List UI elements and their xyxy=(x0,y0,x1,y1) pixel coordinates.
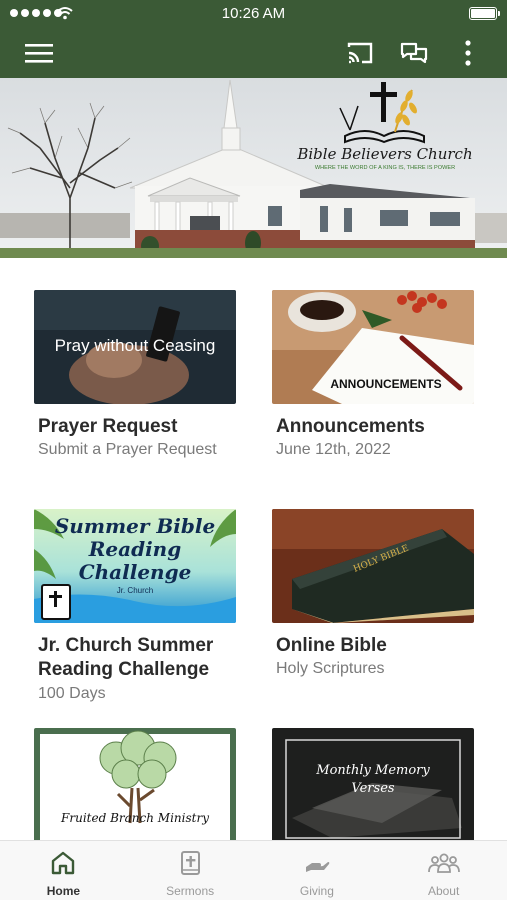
card-title: Announcements xyxy=(276,416,425,437)
cast-icon xyxy=(347,42,373,64)
bible-book-icon xyxy=(41,584,71,620)
card-subtitle: June 12th, 2022 xyxy=(276,441,391,458)
home-icon xyxy=(52,851,75,875)
announcements-image: ANNOUNCEMENTS xyxy=(272,290,474,404)
chat-button[interactable] xyxy=(392,28,436,78)
card-subtitle: Submit a Prayer Request xyxy=(38,441,217,458)
announcements-image-caption: ANNOUNCEMENTS xyxy=(330,377,441,391)
bottom-tab-bar: Home Sermons Giving About xyxy=(0,840,507,900)
tab-about[interactable]: About xyxy=(380,841,507,900)
people-icon xyxy=(427,853,460,873)
more-options-button[interactable] xyxy=(446,28,490,78)
hero-banner: Bible Believers Church WHERE THE WORD OF… xyxy=(0,78,507,258)
summer-caption-line-3: Challenge xyxy=(79,560,192,584)
app-bar xyxy=(0,28,507,78)
tab-giving[interactable]: Giving xyxy=(254,841,381,900)
bible-icon xyxy=(181,851,201,875)
card-title-line-2: Reading Challenge xyxy=(38,659,210,680)
tab-label: Giving xyxy=(299,884,334,898)
memory-verses-image: Monthly Memory Verses xyxy=(272,728,474,842)
logo-title: Bible Believers Church xyxy=(296,145,472,163)
battery-icon xyxy=(469,7,500,20)
summer-caption-line-1: Summer Bible xyxy=(55,514,215,538)
fruited-branch-image: Fruited Branch Ministry xyxy=(34,728,236,842)
tab-label: Sermons xyxy=(166,884,215,898)
chat-icon xyxy=(400,42,428,64)
card-title: Prayer Request xyxy=(38,416,178,437)
menu-button[interactable] xyxy=(17,28,61,78)
giving-hand-icon xyxy=(305,862,330,872)
summer-reading-image: Summer Bible Reading Challenge Jr. Churc… xyxy=(34,509,236,623)
card-title-line-1: Jr. Church Summer xyxy=(38,635,214,656)
tab-home[interactable]: Home xyxy=(0,841,127,900)
summer-caption-line-2: Reading xyxy=(88,537,181,561)
online-bible-image: HOLY BIBLE xyxy=(272,509,474,623)
memory-caption-line-2: Verses xyxy=(351,781,394,796)
card-title: Online Bible xyxy=(276,635,387,656)
church-photo: Bible Believers Church WHERE THE WORD OF… xyxy=(0,78,507,258)
card-subtitle: Holy Scriptures xyxy=(276,660,385,677)
summer-caption-small: Jr. Church xyxy=(117,586,153,595)
status-time: 10:26 AM xyxy=(221,5,286,22)
prayer-image-caption: Pray without Ceasing xyxy=(55,336,216,355)
tab-label: Home xyxy=(46,884,81,898)
logo-tagline: WHERE THE WORD OF A KING IS, THERE IS PO… xyxy=(315,165,455,171)
tab-sermons[interactable]: Sermons xyxy=(127,841,254,900)
more-vertical-icon xyxy=(465,40,471,66)
status-bar: 10:26 AM xyxy=(0,0,507,28)
cast-button[interactable] xyxy=(338,28,382,78)
memory-caption-line-1: Monthly Memory xyxy=(315,763,430,778)
card-subtitle: 100 Days xyxy=(38,685,106,702)
prayer-image: Pray without Ceasing xyxy=(34,290,236,404)
tab-label: About xyxy=(427,884,460,898)
fruited-branch-caption: Fruited Branch Ministry xyxy=(60,811,209,825)
menu-icon xyxy=(25,44,53,63)
